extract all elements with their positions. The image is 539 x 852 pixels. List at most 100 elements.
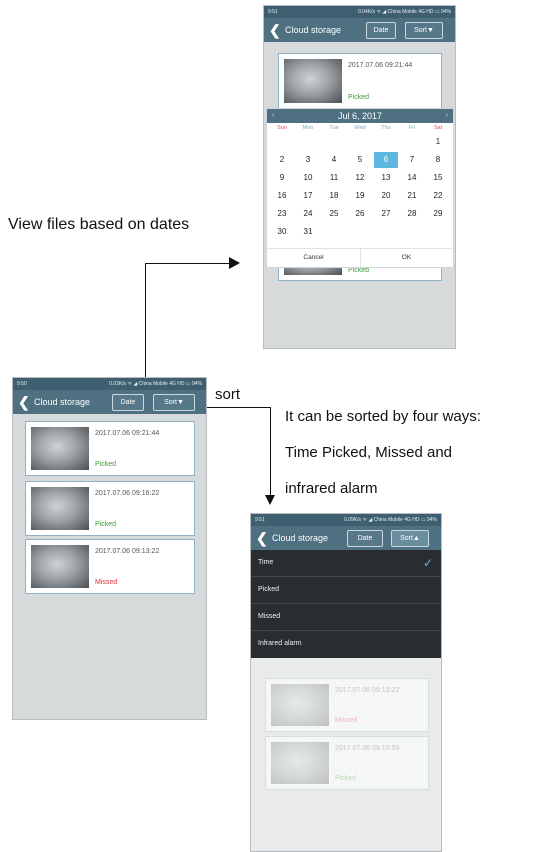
ok-button[interactable]: OK xyxy=(360,249,453,267)
sort-button[interactable]: Sort▼ xyxy=(405,22,443,39)
calendar-day[interactable]: 8 xyxy=(426,152,450,168)
card-status: Picked xyxy=(348,267,370,274)
calendar-day[interactable]: 10 xyxy=(296,170,320,186)
dates-caption: View files based on dates xyxy=(8,216,190,233)
calendar-day[interactable]: 18 xyxy=(322,188,346,204)
calendar-day[interactable]: 14 xyxy=(400,170,424,186)
calendar-day[interactable]: 16 xyxy=(270,188,294,204)
sort-option-label: Time xyxy=(258,559,274,566)
sort-label: sort xyxy=(215,386,241,403)
status-time: 9:51 xyxy=(255,517,265,523)
page-title: Cloud storage xyxy=(272,533,329,543)
weekday-label: Fri xyxy=(408,125,416,131)
calendar-actions: Cancel OK xyxy=(267,248,453,267)
weekday-label: Thu xyxy=(381,125,391,131)
calendar-header: ‹ Jul 6, 2017 › xyxy=(267,109,453,123)
weekday-label: Wed xyxy=(354,125,366,131)
sort-description-line-2: Time Picked, Missed and xyxy=(285,444,453,461)
calendar-day[interactable]: 13 xyxy=(374,170,398,186)
calendar-day[interactable]: 15 xyxy=(426,170,450,186)
back-arrow-icon[interactable]: ❮ xyxy=(269,21,281,39)
calendar-day[interactable]: 9 xyxy=(270,170,294,186)
status-time: 9:51 xyxy=(268,9,278,15)
app-header: ❮ Cloud storage Date Sort▼ xyxy=(264,18,455,42)
phone-screen-file-list: 9:50 0.03K/s ᯤ ◢ China Mobile 4G HD ▭ 94… xyxy=(12,377,207,720)
calendar-day[interactable]: 11 xyxy=(322,170,346,186)
date-button[interactable]: Date xyxy=(366,22,396,39)
sort-option-infrared-alarm[interactable]: Infrared alarm xyxy=(251,631,441,657)
card-status: Picked xyxy=(348,94,370,101)
calendar-day[interactable]: 24 xyxy=(296,206,320,222)
sort-option-picked[interactable]: Picked xyxy=(251,577,441,604)
calendar-day[interactable]: 7 xyxy=(400,152,424,168)
next-month-icon[interactable]: › xyxy=(446,109,448,123)
weekday-label: Sat xyxy=(433,125,443,131)
sort-option-missed[interactable]: Missed xyxy=(251,604,441,631)
prev-month-icon[interactable]: ‹ xyxy=(272,109,274,123)
weekday-label: Mon xyxy=(302,125,314,131)
sort-button[interactable]: Sort▼ xyxy=(153,394,195,411)
cancel-button[interactable]: Cancel xyxy=(267,249,361,267)
video-thumbnail xyxy=(284,59,342,103)
phone-screen-date-picker: 9:51 0.04K/s ᯤ ◢ China Mobile 4G HD ▭ 94… xyxy=(263,5,456,349)
card-timestamp: 2017.07.06 09:21:44 xyxy=(348,62,413,69)
date-button[interactable]: Date xyxy=(347,530,383,547)
calendar-day[interactable]: 2 xyxy=(270,152,294,168)
back-arrow-icon[interactable]: ❮ xyxy=(18,393,30,411)
app-header: ❮ Cloud storage Date Sort▲ xyxy=(251,526,441,550)
calendar-day[interactable]: 17 xyxy=(296,188,320,204)
calendar-dialog: ‹ Jul 6, 2017 › Sun Mon Tue Wed Thu Fri Sat 12… xyxy=(266,108,454,268)
calendar-month-label: Jul 6, 2017 xyxy=(337,111,383,121)
sort-option-label: Infrared alarm xyxy=(258,640,302,647)
calendar-day[interactable]: 30 xyxy=(270,224,294,240)
phone-screen-sort-menu: 9:51 0.09K/s ᯤ ◢ China Mobile 4G HD ▭ 94… xyxy=(250,513,442,852)
calendar-day[interactable]: 21 xyxy=(400,188,424,204)
sort-button[interactable]: Sort▲ xyxy=(391,530,429,547)
calendar-day[interactable]: 31 xyxy=(296,224,320,240)
status-bar: 9:50 0.03K/s ᯤ ◢ China Mobile 4G HD ▭ 94… xyxy=(13,378,206,390)
card-timestamp: 2017.07.06 09:21:44 xyxy=(95,430,160,437)
status-time: 9:50 xyxy=(17,381,27,387)
arrow-right-icon xyxy=(229,257,240,269)
status-indicators: 0.04K/s ᯤ ◢ China Mobile 4G HD ▭ 94% xyxy=(358,9,451,15)
calendar-day[interactable]: 1 xyxy=(426,134,450,150)
calendar-day[interactable]: 4 xyxy=(322,152,346,168)
video-card[interactable]: 2017.07.06 09:16:22 Picked xyxy=(25,481,195,536)
video-card[interactable]: 2017.07.06 09:21:44 Picked xyxy=(278,53,442,109)
dim-overlay[interactable] xyxy=(251,658,441,851)
status-bar: 9:51 0.09K/s ᯤ ◢ China Mobile 4G HD ▭ 94… xyxy=(251,514,441,526)
calendar-day[interactable]: 19 xyxy=(348,188,372,204)
video-card[interactable]: 2017.07.06 09:13:22 Missed xyxy=(25,539,195,594)
video-card[interactable]: 2017.07.06 09:21:44 Picked xyxy=(25,421,195,476)
back-arrow-icon[interactable]: ❮ xyxy=(256,529,268,547)
status-indicators: 0.09K/s ᯤ ◢ China Mobile 4G HD ▭ 94% xyxy=(344,517,437,523)
calendar-day[interactable]: 23 xyxy=(270,206,294,222)
calendar-day[interactable]: 20 xyxy=(374,188,398,204)
calendar-day[interactable]: 3 xyxy=(296,152,320,168)
weekday-label: Sun xyxy=(277,125,287,131)
sort-option-label: Missed xyxy=(258,613,281,620)
arrow-down-icon xyxy=(265,495,275,505)
card-timestamp: 2017.07.06 09:16:22 xyxy=(95,490,160,497)
page-title: Cloud storage xyxy=(285,25,342,35)
calendar-day[interactable]: 22 xyxy=(426,188,450,204)
connector-vertical-date xyxy=(145,263,146,377)
calendar-day[interactable]: 27 xyxy=(374,206,398,222)
calendar-day[interactable]: 12 xyxy=(348,170,372,186)
video-thumbnail xyxy=(31,545,89,588)
calendar-day[interactable]: 5 xyxy=(348,152,372,168)
connector-horizontal-date xyxy=(145,263,229,264)
sort-option-label: Picked xyxy=(258,586,280,593)
calendar-day[interactable]: 28 xyxy=(400,206,424,222)
calendar-day[interactable]: 25 xyxy=(322,206,346,222)
status-indicators: 0.03K/s ᯤ ◢ China Mobile 4G HD ▭ 94% xyxy=(109,381,202,387)
date-button[interactable]: Date xyxy=(112,394,144,411)
calendar-day[interactable]: 29 xyxy=(426,206,450,222)
calendar-day[interactable]: 26 xyxy=(348,206,372,222)
connector-horizontal-sort xyxy=(207,407,270,408)
video-thumbnail xyxy=(31,487,89,530)
sort-description-line-3: infrared alarm xyxy=(285,480,378,497)
status-bar: 9:51 0.04K/s ᯤ ◢ China Mobile 4G HD ▭ 94… xyxy=(264,6,455,18)
calendar-day-selected[interactable]: 6 xyxy=(374,152,398,168)
sort-option-time[interactable]: Time ✓ xyxy=(251,550,441,577)
